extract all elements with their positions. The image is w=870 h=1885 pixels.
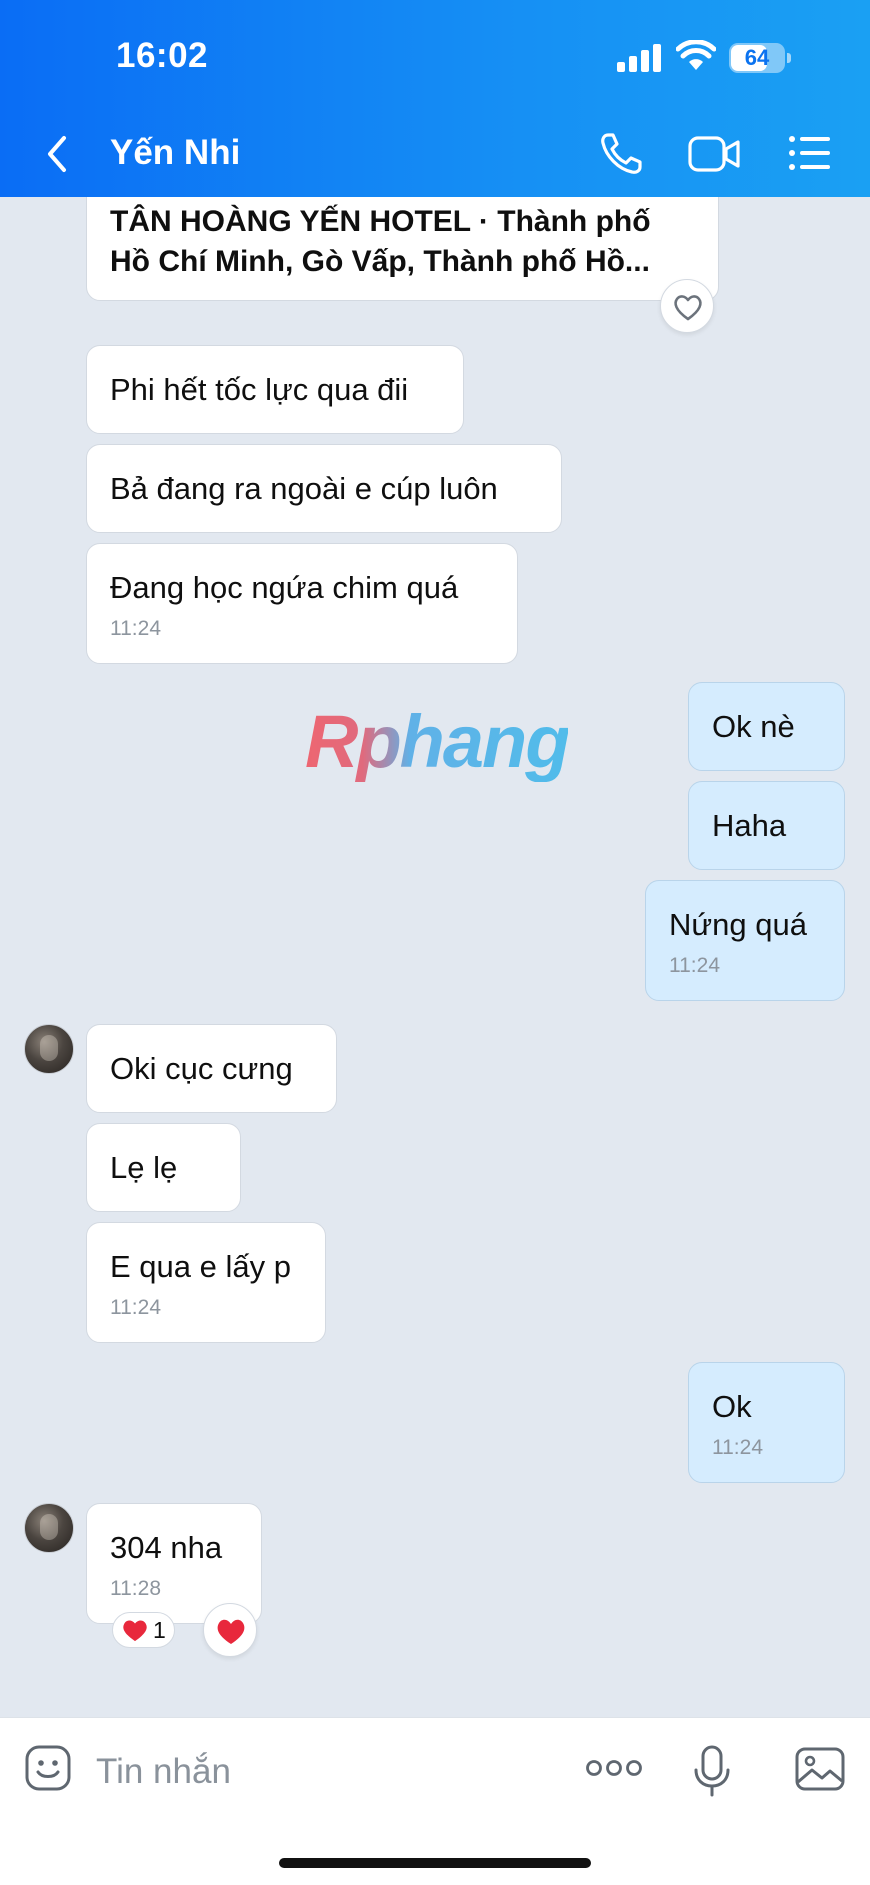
outgoing-message[interactable]: Nứng quá 11:24 (645, 880, 845, 1001)
message-text: E qua e lấy p (110, 1249, 291, 1284)
message-time: 11:24 (712, 1436, 763, 1459)
cellular-signal-icon (617, 44, 661, 72)
incoming-message[interactable]: Oki cục cưng (86, 1024, 337, 1113)
battery-indicator: 64 (729, 43, 791, 73)
reaction-count: 1 (153, 1616, 166, 1643)
message-text: Ok (712, 1389, 752, 1424)
message-text: Lẹ lẹ (110, 1150, 178, 1185)
react-heart-button[interactable] (203, 1603, 257, 1657)
status-time: 16:02 (116, 36, 209, 75)
message-text: Ok nè (712, 709, 795, 744)
battery-level: 64 (744, 45, 770, 70)
message-time: 11:28 (110, 1577, 161, 1600)
message-text: 304 nha (110, 1530, 223, 1565)
message-list[interactable]: TÂN HOÀNG YẾN HOTEL · Thành phố Hồ Chí M… (0, 197, 870, 1717)
more-dots-icon[interactable] (586, 1758, 642, 1778)
message-time: 11:24 (669, 954, 720, 977)
reaction-summary[interactable]: 1 (112, 1612, 175, 1648)
watermark-logo: Rphang (305, 700, 570, 783)
heart-outline-icon (674, 295, 702, 321)
message-time: 11:24 (110, 1296, 161, 1319)
home-indicator (279, 1858, 591, 1868)
message-text: Phi hết tốc lực qua đii (110, 372, 409, 407)
heart-icon (123, 1620, 147, 1642)
message-composer: Tin nhắn (0, 1717, 870, 1885)
message-text: Bả đang ra ngoài e cúp luôn (110, 471, 498, 506)
incoming-message[interactable]: E qua e lấy p 11:24 (86, 1222, 326, 1343)
chevron-left-icon[interactable] (40, 134, 76, 174)
link-preview-message[interactable]: TÂN HOÀNG YẾN HOTEL · Thành phố Hồ Chí M… (86, 197, 719, 301)
microphone-icon[interactable] (692, 1744, 732, 1798)
contact-name[interactable]: Yến Nhi (110, 133, 240, 173)
message-text: Haha (712, 808, 787, 843)
incoming-message[interactable]: Đang học ngứa chim quá 11:24 (86, 543, 518, 664)
incoming-message[interactable]: Lẹ lẹ (86, 1123, 241, 1212)
message-text: Nứng quá (669, 907, 807, 942)
outgoing-message[interactable]: Haha (688, 781, 845, 870)
incoming-message[interactable]: Bả đang ra ngoài e cúp luôn (86, 444, 562, 533)
video-camera-icon[interactable] (688, 134, 742, 174)
list-menu-icon[interactable] (788, 134, 830, 172)
incoming-message[interactable]: Phi hết tốc lực qua đii (86, 345, 464, 434)
image-icon[interactable] (794, 1746, 846, 1792)
message-text: Đang học ngứa chim quá (110, 570, 459, 605)
heart-icon (217, 1619, 245, 1644)
sticker-smile-icon[interactable] (24, 1744, 72, 1792)
message-input[interactable]: Tin nhắn (96, 1752, 231, 1792)
link-preview-subtitle: Hồ Chí Minh, Gò Vấp, Thành phố Hồ... (110, 245, 650, 278)
contact-avatar[interactable] (24, 1024, 74, 1074)
outgoing-message[interactable]: Ok 11:24 (688, 1362, 845, 1483)
wifi-icon (676, 40, 716, 70)
contact-avatar[interactable] (24, 1503, 74, 1553)
phone-icon[interactable] (598, 131, 644, 177)
outgoing-message[interactable]: Ok nè (688, 682, 845, 771)
message-text: Oki cục cưng (110, 1051, 293, 1086)
link-preview-title: TÂN HOÀNG YẾN HOTEL · Thành phố (110, 205, 651, 238)
chat-header: 16:02 64 Yến Nhi (0, 0, 870, 197)
react-heart-button[interactable] (660, 279, 714, 333)
message-time: 11:24 (110, 617, 161, 640)
